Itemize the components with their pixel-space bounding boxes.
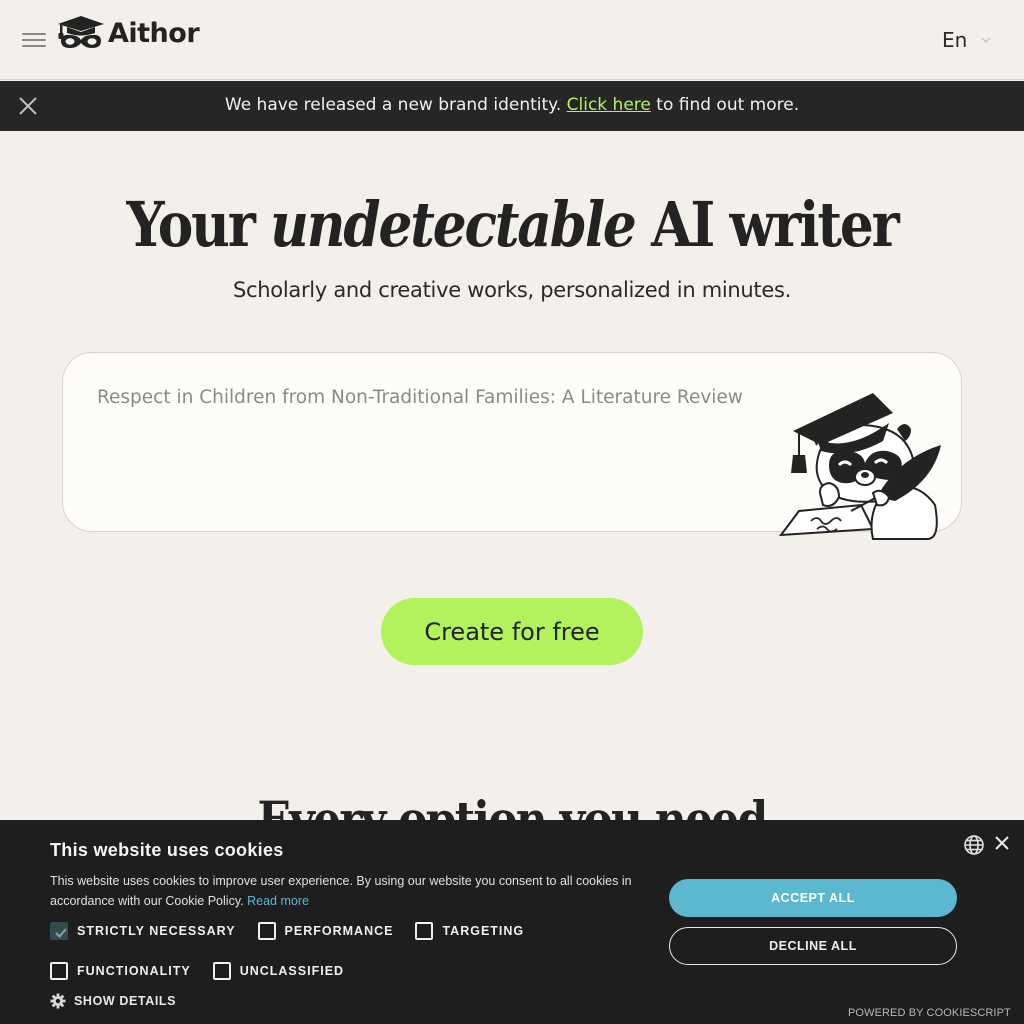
- show-details-toggle[interactable]: SHOW DETAILS: [50, 993, 176, 1009]
- checkbox-label: UNCLASSIFIED: [239, 964, 345, 978]
- cookie-description-text: This website uses cookies to improve use…: [50, 874, 632, 908]
- show-details-label: SHOW DETAILS: [74, 994, 177, 1008]
- menu-line: [22, 39, 46, 41]
- banner-link[interactable]: Click here: [567, 95, 651, 115]
- checkbox-targeting[interactable]: TARGETING: [415, 922, 524, 940]
- decline-all-button[interactable]: DECLINE ALL: [669, 927, 957, 965]
- hero-title-before: Your: [126, 188, 271, 261]
- checkbox-strictly-necessary[interactable]: STRICTLY NECESSARY: [50, 922, 236, 940]
- close-icon[interactable]: [994, 835, 1010, 851]
- create-for-free-button[interactable]: Create for free: [381, 598, 643, 665]
- hamburger-menu-icon[interactable]: [22, 30, 46, 50]
- graduation-cap-mask-icon: [58, 16, 104, 48]
- checkbox-performance[interactable]: PERFORMANCE: [257, 922, 394, 940]
- announcement-banner: We have released a new brand identity. C…: [0, 81, 1024, 131]
- checkbox-label: FUNCTIONALITY: [77, 964, 191, 978]
- checkbox-label: TARGETING: [442, 924, 525, 938]
- logo[interactable]: Aithor: [56, 14, 200, 52]
- hero-subtitle: Scholarly and creative works, personaliz…: [233, 278, 791, 302]
- checkbox-functionality[interactable]: FUNCTIONALITY: [50, 962, 191, 980]
- hero-title-after: AI writer: [634, 188, 900, 261]
- accept-all-button[interactable]: ACCEPT ALL: [669, 879, 957, 917]
- checkbox-unclassified[interactable]: UNCLASSIFIED: [212, 962, 345, 980]
- site-header: Aithor En: [0, 0, 1024, 80]
- topic-input[interactable]: [97, 387, 777, 408]
- menu-line: [22, 33, 46, 35]
- language-selector[interactable]: En: [942, 28, 991, 52]
- globe-icon[interactable]: [963, 834, 985, 856]
- check-icon: [55, 928, 67, 938]
- banner-text-before: We have released a new brand identity.: [224, 95, 567, 115]
- checkbox-box[interactable]: [415, 922, 434, 940]
- banner-text-after: to find out more.: [650, 95, 800, 115]
- hero-title-emphasis: undetectable: [270, 188, 637, 261]
- read-more-link[interactable]: Read more: [247, 894, 309, 908]
- chevron-down-icon: [981, 37, 991, 43]
- checkbox-label: PERFORMANCE: [284, 924, 394, 938]
- gear-icon: [50, 993, 66, 1009]
- raccoon-scholar-illustration: [778, 393, 941, 540]
- checkbox-label: STRICTLY NECESSARY: [77, 924, 236, 938]
- powered-by-link[interactable]: POWERED BY COOKIESCRIPT: [848, 1007, 1011, 1019]
- cookie-description: This website uses cookies to improve use…: [50, 871, 650, 911]
- cookie-category-row: STRICTLY NECESSARY PERFORMANCE TARGETING: [50, 922, 546, 940]
- checkbox-box[interactable]: [50, 922, 68, 940]
- logo-text: Aithor: [108, 17, 200, 49]
- checkbox-box[interactable]: [257, 922, 276, 940]
- hero-title: Your undetectable AI writer: [72, 188, 953, 261]
- checkbox-box[interactable]: [212, 962, 231, 980]
- cookie-title: This website uses cookies: [50, 840, 284, 860]
- banner-message: We have released a new brand identity. C…: [0, 95, 1024, 115]
- cookie-consent-banner: This website uses cookies This website u…: [0, 820, 1024, 1024]
- topic-prompt-box[interactable]: [62, 352, 962, 540]
- checkbox-box[interactable]: [50, 962, 68, 980]
- cookie-category-row: FUNCTIONALITY UNCLASSIFIED: [50, 962, 366, 980]
- language-label: En: [942, 28, 968, 52]
- menu-line: [22, 45, 46, 47]
